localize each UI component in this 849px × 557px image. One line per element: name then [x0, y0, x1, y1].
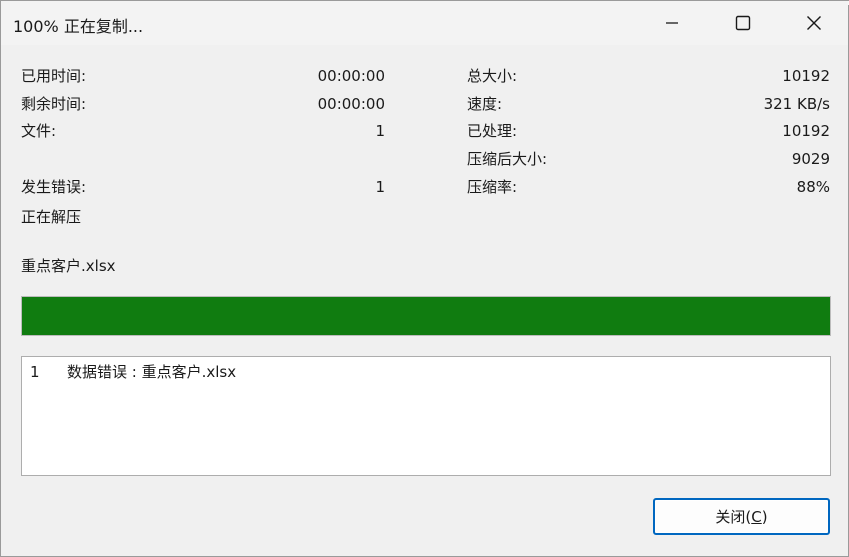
close-button[interactable]: 关闭(C): [653, 498, 830, 535]
copy-progress-dialog: 100% 正在复制... 已用时间: 00:00:00 剩余时间: 00:00:…: [0, 0, 849, 557]
window-close-button[interactable]: [778, 1, 849, 45]
status-text: 正在解压: [21, 208, 82, 226]
compressed-size-value: 9029: [791, 150, 830, 168]
files-label: 文件:: [21, 122, 57, 140]
compression-ratio-label: 压缩率:: [467, 178, 518, 196]
minimize-icon: [665, 16, 679, 30]
progress-bar: [21, 296, 831, 336]
window-title: 100% 正在复制...: [13, 17, 144, 36]
errors-label: 发生错误:: [21, 178, 87, 196]
close-button-label: 关闭(: [715, 508, 752, 526]
title-bar[interactable]: 100% 正在复制...: [1, 1, 848, 45]
progress-bar-fill: [22, 297, 830, 335]
elapsed-time-label: 已用时间:: [21, 67, 87, 85]
close-button-mnemonic: C: [751, 507, 762, 526]
processed-label: 已处理:: [467, 122, 518, 140]
total-size-value: 10192: [782, 67, 830, 85]
remaining-time-value: 00:00:00: [317, 95, 385, 113]
speed-value: 321 KB/s: [763, 95, 830, 113]
log-entry-index: 1: [30, 363, 40, 381]
errors-value: 1: [375, 178, 385, 196]
current-file-name: 重点客户.xlsx: [21, 257, 116, 275]
total-size-label: 总大小:: [467, 67, 518, 85]
close-button-label-end: ): [761, 507, 768, 526]
compression-ratio-value: 88%: [796, 178, 830, 196]
close-icon: [806, 15, 822, 31]
compressed-size-label: 压缩后大小:: [467, 150, 548, 168]
elapsed-time-value: 00:00:00: [317, 67, 385, 85]
speed-label: 速度:: [467, 95, 503, 113]
error-log-list[interactable]: 1 数据错误 : 重点客户.xlsx: [21, 356, 831, 476]
remaining-time-label: 剩余时间:: [21, 95, 87, 113]
log-entry-message: 数据错误 : 重点客户.xlsx: [67, 363, 237, 381]
maximize-icon: [735, 15, 751, 31]
processed-value: 10192: [782, 122, 830, 140]
list-item[interactable]: 1 数据错误 : 重点客户.xlsx: [22, 362, 830, 382]
files-value: 1: [375, 122, 385, 140]
maximize-button[interactable]: [707, 1, 779, 45]
minimize-button[interactable]: [636, 1, 708, 45]
